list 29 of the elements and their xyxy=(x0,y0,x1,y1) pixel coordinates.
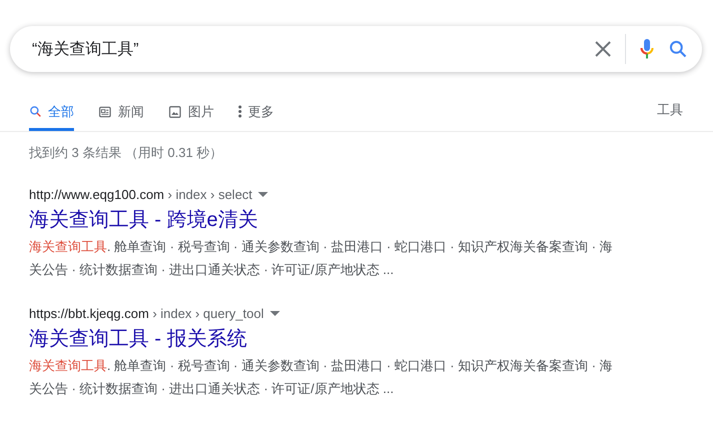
caret-icon[interactable] xyxy=(258,192,268,198)
tab-label: 图片 xyxy=(188,102,214,120)
search-tab[interactable]: 全部 xyxy=(29,92,74,131)
search-tab[interactable]: 图片 xyxy=(168,92,214,131)
search-tab[interactable]: 新闻 xyxy=(98,92,144,131)
tab-label: 更多 xyxy=(248,102,274,120)
result-url: http://www.eqg100.com › index › select xyxy=(29,186,252,204)
tab-label: 全部 xyxy=(48,102,74,120)
search-tab[interactable]: 更多 xyxy=(238,92,274,131)
voice-search-button[interactable] xyxy=(640,38,654,60)
tools-link[interactable]: 工具 xyxy=(657,92,683,131)
more-icon xyxy=(238,105,242,118)
result-snippet: 海关查询工具. 舱单查询 · 税号查询 · 通关参数查询 · 盐田港口 · 蛇口港口 · 知识产权海关备案查询 · 海关公告 · 统计数据查询 · 进出口通关状态 · 许可证/原产地状态 ... xyxy=(29,238,614,279)
close-icon xyxy=(595,41,611,57)
result-title-link[interactable]: 海关查询工具 - 跨境e清关 xyxy=(29,207,258,233)
caret-icon[interactable] xyxy=(270,311,280,317)
microphone-icon xyxy=(640,38,654,60)
search-icon xyxy=(29,105,42,118)
result-url: https://bbt.kjeqg.com › index › query_tool xyxy=(29,305,264,323)
clear-button[interactable] xyxy=(595,41,611,57)
newspaper-icon xyxy=(98,104,112,118)
tab-label: 新闻 xyxy=(118,102,144,120)
image-icon xyxy=(168,104,182,118)
result-stats: 找到约 3 条结果 （用时 0.31 秒） xyxy=(29,144,224,162)
search-button[interactable] xyxy=(668,39,688,59)
search-icon xyxy=(668,39,688,59)
result-title-link[interactable]: 海关查询工具 - 报关系统 xyxy=(29,326,247,352)
result-snippet: 海关查询工具. 舱单查询 · 税号查询 · 通关参数查询 · 盐田港口 · 蛇口港口 · 知识产权海关备案查询 · 海关公告 · 统计数据查询 · 进出口通关状态 · 许可证/原产地状态 ... xyxy=(29,357,614,398)
search-field[interactable]: “海关查询工具” xyxy=(30,39,581,59)
